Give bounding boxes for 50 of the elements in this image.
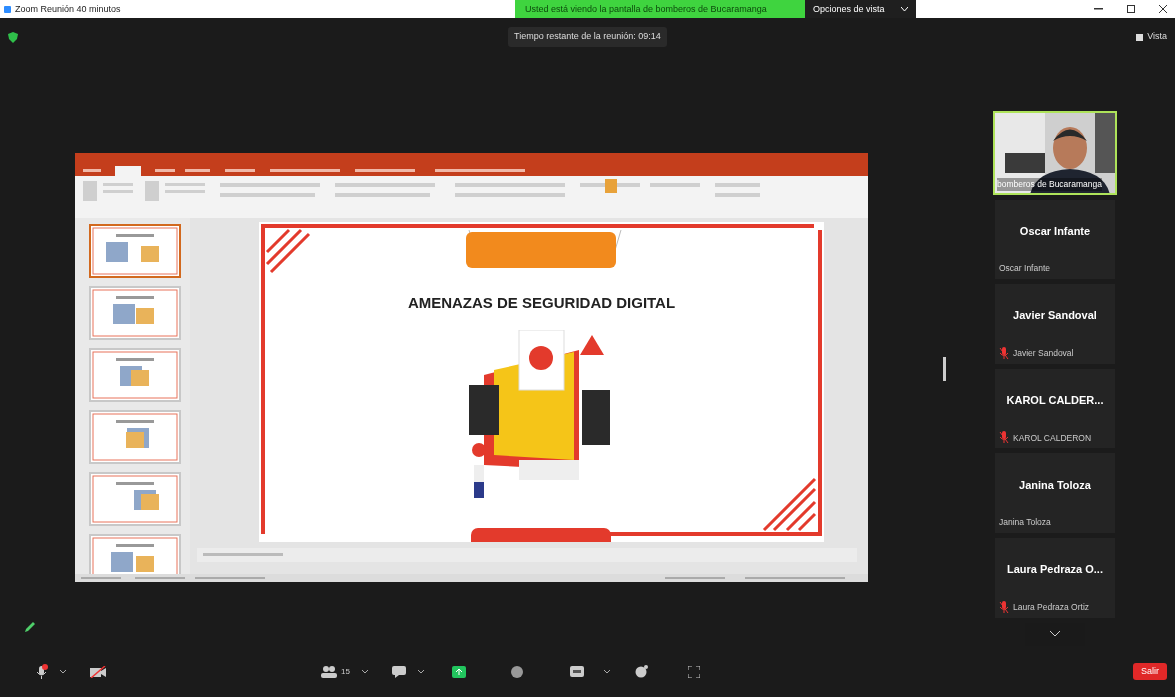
reactions-icon[interactable] (634, 665, 648, 678)
slide-thumbnail[interactable] (89, 285, 181, 340)
record-icon[interactable] (510, 665, 523, 678)
participant-name: Oscar Infante (1019, 223, 1091, 239)
resize-handle[interactable] (943, 356, 946, 381)
window-title: Zoom Reunión 40 minutos (15, 3, 121, 16)
participant-name: Javier Sandoval (1013, 308, 1097, 324)
pencil-icon[interactable] (24, 620, 36, 633)
participants-icon[interactable] (321, 665, 337, 678)
view-options-button[interactable]: Opciones de vista (805, 0, 916, 18)
app-logo-icon (4, 5, 11, 13)
participant-name: bomberos de Bucaramanga (997, 177, 1102, 191)
share-screen-icon[interactable] (451, 665, 466, 678)
meeting-timer: Tiempo restante de la reunión: 09:14 (508, 27, 667, 47)
caret-icon[interactable] (60, 669, 66, 674)
participant-name: Janina Toloza (1019, 477, 1091, 493)
participant-label: Janina Toloza (999, 516, 1051, 530)
slide-thumbnail[interactable] (89, 409, 181, 464)
caret-icon[interactable] (361, 669, 368, 674)
chevron-down-icon (1050, 631, 1060, 638)
caret-icon[interactable] (417, 669, 424, 674)
maximize-icon[interactable] (1127, 5, 1135, 13)
view-button[interactable]: Vista (1136, 30, 1167, 44)
participant-name: Laura Pedraza O... (1007, 562, 1103, 578)
leave-button[interactable]: Salir (1133, 662, 1167, 681)
fullscreen-icon[interactable] (687, 665, 700, 678)
slide-title: AMENAZAS DE SEGURIDAD DIGITAL (406, 292, 677, 313)
captions-icon[interactable] (569, 666, 584, 677)
participant-name: KAROL CALDER... (1006, 392, 1104, 408)
minimize-icon[interactable] (1094, 8, 1103, 10)
caret-icon[interactable] (603, 669, 610, 674)
stripes-drawing (265, 228, 311, 274)
slide-thumbnail[interactable] (89, 471, 181, 526)
participant-label: Laura Pedraza Ortiz (1013, 600, 1090, 614)
close-icon[interactable] (1159, 5, 1167, 13)
participant-label: Oscar Infante (999, 262, 1051, 276)
participant-label: KAROL CALDERON (1013, 431, 1092, 445)
sharing-banner: Usted está viendo la pantalla de bomberos de Bucaramanga (515, 0, 805, 18)
video-camera-icon[interactable] (90, 665, 106, 678)
microphone-icon[interactable] (36, 663, 48, 680)
stripes-drawing (762, 477, 817, 532)
slide-thumbnail[interactable] (89, 533, 181, 575)
participant-count: 15 (341, 665, 350, 678)
participant-label: Javier Sandoval (1013, 346, 1074, 360)
slide-thumbnail[interactable] (89, 347, 181, 402)
shield-icon[interactable] (8, 31, 18, 43)
grid-icon (1136, 33, 1144, 41)
caret-icon (900, 6, 908, 12)
chat-icon[interactable] (391, 665, 406, 678)
slide-thumbnail[interactable] (89, 223, 181, 278)
